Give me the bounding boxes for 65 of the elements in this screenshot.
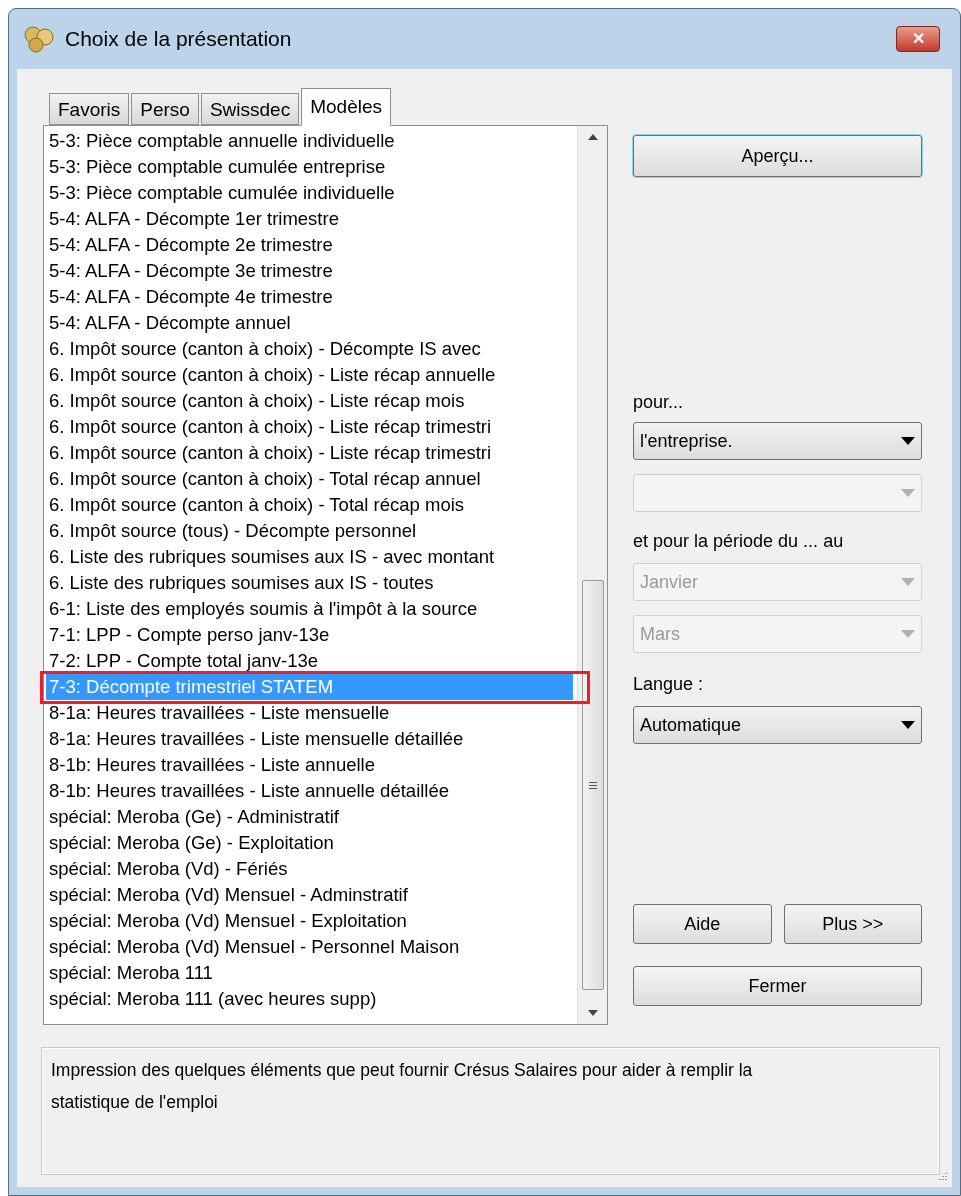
scroll-thumb[interactable] <box>581 580 604 990</box>
dropdown-arrow-icon <box>901 630 915 638</box>
list-item[interactable]: 5-3: Pièce comptable cumulée entreprise <box>46 154 573 180</box>
list-item[interactable]: 6. Impôt source (tous) - Décompte personnel <box>46 518 573 544</box>
list-item[interactable]: 8-1a: Heures travaillées - Liste mensuelle détaillée <box>46 726 573 752</box>
scroll-up-arrow-icon[interactable] <box>587 134 598 140</box>
list-item[interactable]: 6. Liste des rubriques soumises aux IS - toutes <box>46 570 573 596</box>
list-item[interactable]: spécial: Meroba (Vd) - Fériés <box>46 856 573 882</box>
dropdown-arrow-icon <box>901 489 915 497</box>
list-item[interactable]: 5-3: Pièce comptable cumulée individuelle <box>46 180 573 206</box>
description-text: statistique de l'emploi <box>51 1091 219 1114</box>
dropdown-arrow-icon <box>901 578 915 586</box>
preview-button[interactable]: Aperçu... <box>633 135 922 177</box>
list-item[interactable]: 6. Impôt source (canton à choix) - Total récap annuel <box>46 466 573 492</box>
list-item[interactable]: spécial: Meroba (Ge) - Exploitation <box>46 830 573 856</box>
list-item[interactable]: 7-2: LPP - Compte total janv-13e <box>46 648 573 674</box>
for-label: pour... <box>633 391 685 414</box>
list-item[interactable]: 5-4: ALFA - Décompte 2e trimestre <box>46 232 573 258</box>
list-item[interactable]: spécial: Meroba (Vd) Mensuel - Exploitation <box>46 908 573 934</box>
dropdown[interactable]: Automatique <box>633 706 922 744</box>
list-item[interactable]: 5-4: ALFA - Décompte 4e trimestre <box>46 284 573 310</box>
list-item[interactable]: 6. Impôt source (canton à choix) - Liste récap trimestri <box>46 440 573 466</box>
list-item[interactable]: 5-3: Pièce comptable annuelle individuelle <box>46 128 573 154</box>
list-item[interactable]: 5-4: ALFA - Décompte 3e trimestre <box>46 258 573 284</box>
list-item[interactable]: spécial: Meroba 111 (avec heures supp) <box>46 986 573 1012</box>
period-label: et pour la période du ... au <box>633 530 845 553</box>
list-item[interactable]: 8-1b: Heures travaillées - Liste annuelle détaillée <box>46 778 573 804</box>
window-title: Choix de la présentation <box>65 26 292 53</box>
list-item[interactable]: spécial: Meroba 111 <box>46 960 573 986</box>
dropdown-value: l'entreprise. <box>640 429 733 453</box>
grip-icon <box>588 781 597 789</box>
tab[interactable]: Swissdec <box>200 93 300 125</box>
tab[interactable]: Modèles <box>301 88 391 126</box>
dropdown[interactable]: l'entreprise. <box>633 422 922 460</box>
list-item[interactable]: 5-4: ALFA - Décompte annuel <box>46 310 573 336</box>
scroll-down-arrow-icon[interactable] <box>587 1010 598 1016</box>
list-item[interactable]: spécial: Meroba (Ge) - Administratif <box>46 804 573 830</box>
list-item[interactable]: 8-1b: Heures travaillées - Liste annuelle <box>46 752 573 778</box>
list-item[interactable]: 6-1: Liste des employés soumis à l'impôt à la source <box>46 596 573 622</box>
dropdown-value: Automatique <box>640 713 742 737</box>
list-item[interactable]: 7-1: LPP - Compte perso janv-13e <box>46 622 573 648</box>
tab[interactable]: Favoris <box>49 93 130 125</box>
help-button[interactable]: Aide <box>633 904 772 944</box>
dropdown-arrow-icon <box>901 437 915 445</box>
dropdown-value: Mars <box>640 622 680 646</box>
close-dialog-button[interactable]: Fermer <box>633 966 922 1006</box>
more-button[interactable]: Plus >> <box>783 904 922 944</box>
list-item[interactable]: 6. Impôt source (canton à choix) - Liste récap mois <box>46 388 573 414</box>
list-item[interactable]: 6. Liste des rubriques soumises aux IS - avec montant <box>46 544 573 570</box>
dropdown-arrow-icon <box>901 721 915 729</box>
description-text: Impression des quelques éléments que peut fournir Crésus Salaires pour aider à remplir la <box>51 1059 754 1082</box>
list-item[interactable]: spécial: Meroba (Vd) Mensuel - Personnel Maison <box>46 934 573 960</box>
language-label: Langue : <box>633 673 705 696</box>
list-item[interactable]: 5-4: ALFA - Décompte 1er trimestre <box>46 206 573 232</box>
list-item[interactable]: 6. Impôt source (canton à choix) - Total récap mois <box>46 492 573 518</box>
list-item[interactable]: 6. Impôt source (canton à choix) - Décompte IS avec <box>46 336 573 362</box>
list-item[interactable]: spécial: Meroba (Vd) Mensuel - Adminstratif <box>46 882 573 908</box>
dropdown-value: Janvier <box>640 570 699 594</box>
list-item[interactable]: 6. Impôt source (canton à choix) - Liste récap annuelle <box>46 362 573 388</box>
list-item[interactable]: 8-1a: Heures travaillées - Liste mensuelle <box>46 700 573 726</box>
scrollbar[interactable] <box>577 126 607 1024</box>
resize-grip-icon[interactable] <box>936 1171 948 1183</box>
list-item[interactable]: 6. Impôt source (canton à choix) - Liste récap trimestri <box>46 414 573 440</box>
tab[interactable]: Perso <box>131 93 199 125</box>
coins-icon <box>23 25 55 53</box>
